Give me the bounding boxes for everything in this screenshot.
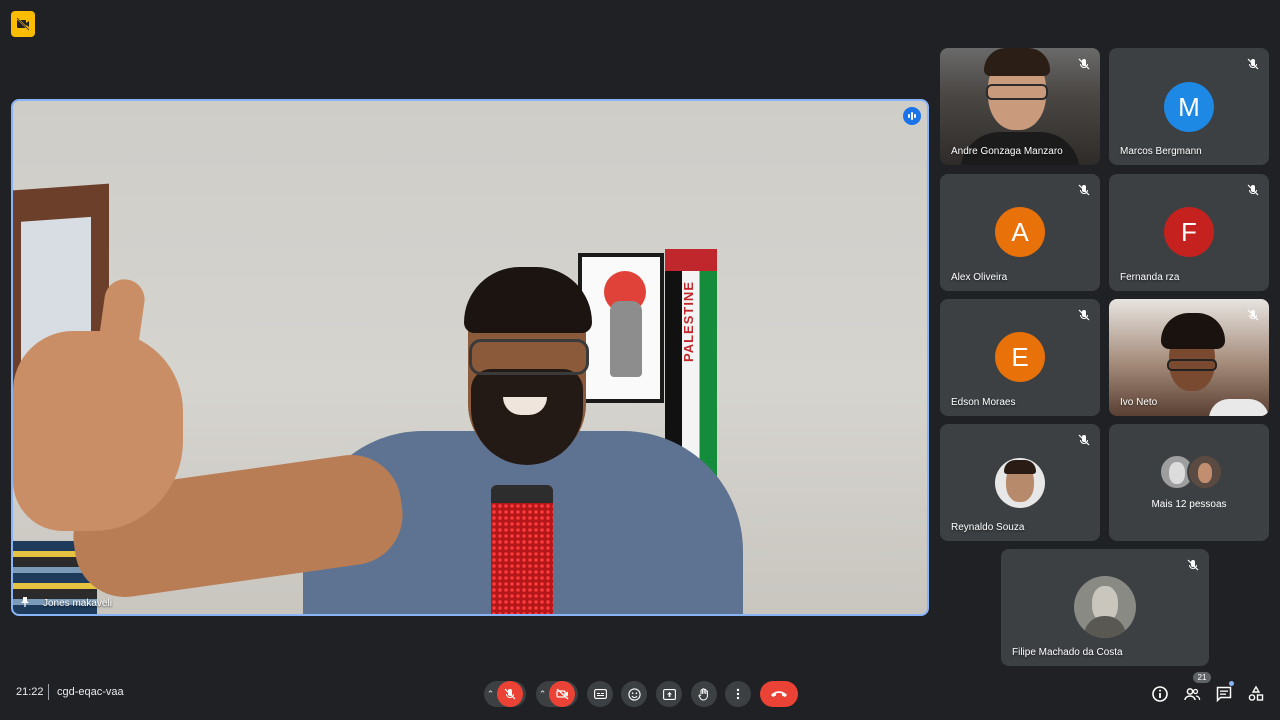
recording-badge[interactable] [11, 11, 35, 37]
raise-hand-button[interactable] [691, 681, 717, 707]
avatar-photo [1074, 576, 1136, 638]
participant-tile-fernanda[interactable]: F Fernanda rza [1109, 174, 1269, 291]
participant-name: Fernanda rza [1120, 272, 1180, 283]
participant-name: Reynaldo Souza [951, 522, 1025, 533]
avatar: A [995, 207, 1045, 257]
recording-icon [16, 17, 30, 31]
participant-name: Alex Oliveira [951, 272, 1008, 283]
participant-name: Edson Moraes [951, 397, 1016, 408]
participant-glasses [986, 84, 1048, 100]
present-button[interactable] [656, 681, 682, 707]
camera-toggle-button[interactable] [549, 681, 576, 707]
end-call-button[interactable] [760, 681, 798, 707]
chevron-up-icon[interactable]: ⌃ [539, 689, 547, 700]
mic-off-icon [1078, 184, 1090, 196]
participant-tile-alex[interactable]: A Alex Oliveira [940, 174, 1100, 291]
mic-toggle-button[interactable] [497, 681, 524, 707]
participant-tile-edson[interactable]: E Edson Moraes [940, 299, 1100, 416]
camera-control-group[interactable]: ⌃ [536, 681, 578, 707]
video-off-icon [556, 688, 569, 700]
raise-hand-icon [698, 687, 708, 700]
avatar: M [1164, 82, 1214, 132]
pin-icon[interactable] [19, 596, 31, 608]
speaker-hair [464, 267, 592, 333]
avatar: E [995, 332, 1045, 382]
participant-tile-filipe[interactable]: Filipe Machado da Costa [1001, 549, 1209, 666]
mic-off-icon [1078, 309, 1090, 321]
meeting-code[interactable]: cgd-eqac-vaa [57, 686, 124, 698]
participant-hair [1161, 313, 1225, 349]
clock: 21:22 [16, 686, 44, 698]
participant-hair [984, 48, 1050, 76]
participant-name: Marcos Bergmann [1120, 146, 1202, 157]
avatar: F [1164, 207, 1214, 257]
avatar-photo [1187, 454, 1223, 490]
captions-icon [593, 689, 607, 699]
mic-off-icon [504, 688, 516, 700]
participant-name: Ivo Neto [1120, 397, 1158, 408]
participant-glasses [1167, 359, 1217, 371]
participant-tile-marcos[interactable]: M Marcos Bergmann [1109, 48, 1269, 165]
speaker-glasses [469, 339, 589, 375]
divider [48, 684, 49, 700]
emoji-button[interactable] [621, 681, 647, 707]
chat-icon[interactable] [1215, 685, 1233, 703]
avatar-photo [995, 458, 1045, 508]
red-microphone [491, 485, 553, 614]
info-icon[interactable] [1151, 685, 1169, 703]
activities-icon[interactable] [1247, 685, 1265, 703]
mic-off-icon [1078, 434, 1090, 446]
participant-shirt [1209, 399, 1269, 416]
participant-tile-ivo[interactable]: Ivo Neto [1109, 299, 1269, 416]
more-participants-label: Mais 12 pessoas [1151, 499, 1227, 510]
mic-control-group[interactable]: ⌃ [484, 681, 526, 707]
participant-name: Filipe Machado da Costa [1012, 647, 1123, 658]
chevron-up-icon[interactable]: ⌃ [487, 689, 495, 700]
participant-name: Andre Gonzaga Manzaro [951, 146, 1063, 157]
more-options-icon [736, 688, 740, 700]
more-participants-tile[interactable]: Mais 12 pessoas [1109, 424, 1269, 541]
mic-off-icon [1247, 58, 1259, 70]
emoji-icon [627, 687, 641, 701]
present-icon [662, 688, 676, 700]
mic-off-icon [1078, 58, 1090, 70]
main-speaker-name: Jones makaveli [43, 598, 112, 609]
people-count-badge: 21 [1193, 672, 1211, 683]
more-options-button[interactable] [725, 681, 751, 707]
captions-button[interactable] [587, 681, 613, 707]
speaking-icon [903, 107, 921, 125]
background-poster [578, 253, 664, 403]
mic-off-icon [1247, 184, 1259, 196]
scarf-text: PALESTINE [681, 281, 696, 362]
mic-off-icon [1187, 559, 1199, 571]
end-call-icon [771, 691, 787, 697]
participant-tile-andre[interactable]: Andre Gonzaga Manzaro [940, 48, 1100, 165]
mic-off-icon [1247, 309, 1259, 321]
people-icon[interactable] [1183, 685, 1201, 703]
participant-tile-reynaldo[interactable]: Reynaldo Souza [940, 424, 1100, 541]
main-speaker-tile[interactable]: PALESTINE Jones makaveli [11, 99, 929, 616]
